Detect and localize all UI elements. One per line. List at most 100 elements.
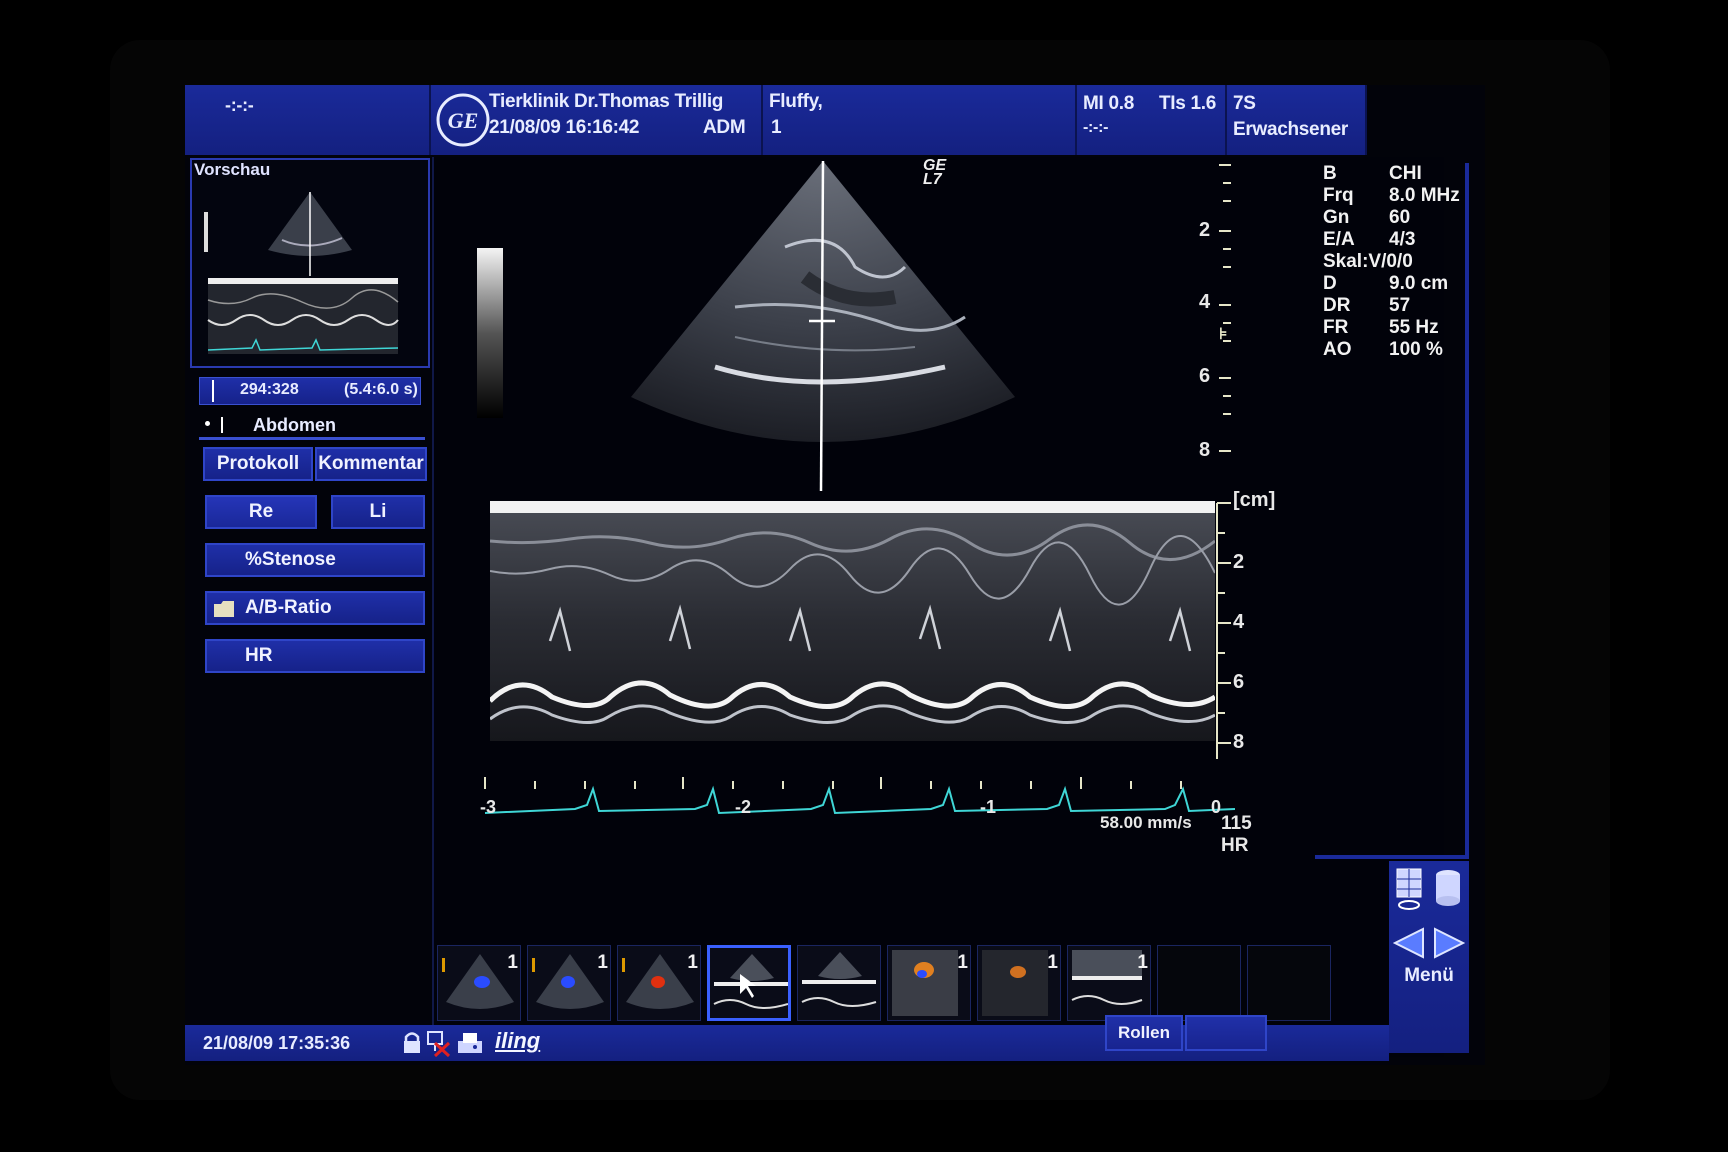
param-row: Skal:V/0/0 xyxy=(1323,251,1413,272)
svg-text:⊧: ⊧ xyxy=(1219,326,1227,343)
mechanical-index: MI 0.8 xyxy=(1083,93,1134,114)
param-row: AO 100 % xyxy=(1323,339,1443,360)
ge-logo-icon: GE xyxy=(436,93,490,147)
thumbnail-empty[interactable] xyxy=(1247,945,1331,1021)
param-row: E/A 4/3 xyxy=(1323,229,1416,250)
preview-thumbnail xyxy=(204,192,399,354)
thumbnail[interactable]: 1 xyxy=(887,945,971,1021)
preset-name: Erwachsener xyxy=(1233,119,1348,140)
operator-id: ADM xyxy=(703,117,746,138)
cine-bar[interactable]: 294:328 (5.4:6.0 s) xyxy=(199,377,421,405)
mmode-tick-4: 4 xyxy=(1233,611,1245,633)
thumbnail-selected[interactable] xyxy=(707,945,791,1021)
thumbnail[interactable] xyxy=(797,945,881,1021)
bmode-depth-scale: 2 4 6 8 ⊧ xyxy=(1195,159,1235,479)
protokoll-button[interactable]: Protokoll xyxy=(203,447,313,481)
preview-pane[interactable]: Vorschau xyxy=(190,158,430,368)
thumbnail[interactable]: 1 xyxy=(527,945,611,1021)
lock-icon xyxy=(404,1032,420,1053)
patient-name: Fluffy, xyxy=(769,91,823,112)
heart-rate-value: 115 xyxy=(1221,813,1252,834)
menu-arrows xyxy=(1393,927,1465,959)
depth-tick-6: 6 xyxy=(1199,365,1211,387)
patient-id: 1 xyxy=(771,117,782,138)
exam-name: Abdomen xyxy=(253,415,336,435)
cine-start-marker xyxy=(212,380,214,402)
svg-text:GE: GE xyxy=(448,108,479,133)
header-probe-panel: 7S Erwachsener xyxy=(1227,85,1367,155)
mmode-unit-label: [cm] xyxy=(1233,489,1276,511)
archive-drive-icon[interactable] xyxy=(1433,867,1463,909)
header-left-placeholder: -:-:- xyxy=(225,95,254,115)
thumbnail-image xyxy=(801,952,877,1007)
thumbnail-empty[interactable] xyxy=(1157,945,1241,1021)
rollen-button[interactable]: Rollen xyxy=(1105,1015,1183,1051)
time-tick-0: 0 xyxy=(1211,797,1222,817)
header-index-panel: MI 0.8 TIs 1.6 -:-:- xyxy=(1077,85,1227,155)
depth-tick-marks: ⊧ xyxy=(1219,164,1231,452)
header-clinic-panel: GE Tierklinik Dr.Thomas Trillig 21/08/09… xyxy=(431,85,763,155)
cine-frame-range: 294:328 xyxy=(240,381,299,398)
separator xyxy=(221,417,223,433)
depth-tick-2: 2 xyxy=(1199,219,1211,241)
clinic-name: Tierklinik Dr.Thomas Trillig xyxy=(489,91,724,112)
thermal-index: TIs 1.6 xyxy=(1159,93,1217,114)
time-tick-minus1: -1 xyxy=(980,797,997,817)
thumbnail[interactable]: 1 xyxy=(617,945,701,1021)
time-tick-minus3: -3 xyxy=(480,797,497,817)
param-row: Gn 60 xyxy=(1323,207,1411,228)
li-button[interactable]: Li xyxy=(331,495,425,529)
thumbnail-image xyxy=(713,954,788,1009)
mmode-depth-scale: [cm] 2 4 6 8 xyxy=(1215,489,1305,789)
exam-selector[interactable]: Abdomen xyxy=(199,415,425,440)
param-row: FR 55 Hz xyxy=(1323,317,1439,338)
mmode-tick-marks xyxy=(1216,502,1231,759)
grayscale-bar xyxy=(477,248,503,418)
stenose-button[interactable]: %Stenose xyxy=(205,543,425,577)
probe-name: 7S xyxy=(1233,93,1256,114)
printer-icon xyxy=(458,1033,482,1053)
cine-time-range: (5.4:6.0 s) xyxy=(344,381,418,398)
menu-next-icon[interactable] xyxy=(1434,927,1465,959)
mmode-tick-6: 6 xyxy=(1233,671,1245,693)
folder-icon xyxy=(214,601,234,617)
mmode-tick-2: 2 xyxy=(1233,551,1245,573)
menu-label[interactable]: Menü xyxy=(1389,965,1469,987)
bullet-icon xyxy=(205,421,210,426)
thumbnail-strip: 1 1 1 1 1 1 xyxy=(437,945,1389,1023)
system-datetime: 21/08/09 17:35:36 xyxy=(203,1033,351,1053)
param-row: DR 57 xyxy=(1323,295,1411,316)
menu-prev-icon[interactable] xyxy=(1393,927,1424,959)
exam-datetime: 21/08/09 16:16:42 xyxy=(489,117,640,138)
thumbnail[interactable]: 1 xyxy=(977,945,1061,1021)
ab-ratio-button[interactable]: A/B-Ratio xyxy=(205,591,425,625)
index-sub-placeholder: -:-:- xyxy=(1083,119,1109,136)
param-row: D 9.0 cm xyxy=(1323,273,1449,294)
hr-button[interactable]: HR xyxy=(205,639,425,673)
acquisition-parameters: B CHI Frq 8.0 MHz Gn 60 E/A 4/3 Skal:V/0/0 D… xyxy=(1323,163,1473,361)
bmode-sector-image xyxy=(631,160,1015,492)
header-patient-panel: Fluffy, 1 xyxy=(763,85,1077,155)
depth-tick-8: 8 xyxy=(1199,439,1211,461)
sweep-speed: 58.00 mm/s xyxy=(1100,813,1192,832)
clip-store-icon[interactable] xyxy=(1395,867,1425,911)
ab-ratio-label: A/B-Ratio xyxy=(245,597,332,618)
mmode-trace-image xyxy=(490,501,1215,741)
time-tick-minus2: -2 xyxy=(735,797,752,817)
mmode-tick-8: 8 xyxy=(1233,731,1245,753)
param-row: Frq 8.0 MHz xyxy=(1323,185,1460,206)
preview-label: Vorschau xyxy=(194,160,271,179)
depth-tick-4: 4 xyxy=(1199,291,1211,313)
re-button[interactable]: Re xyxy=(205,495,317,529)
right-panel-divider xyxy=(1315,855,1467,859)
param-row: B CHI xyxy=(1323,163,1422,184)
menu-widget: Menü xyxy=(1389,861,1469,1053)
thumbnail[interactable]: 1 xyxy=(1067,945,1151,1021)
iling-brand[interactable]: iling xyxy=(495,1028,540,1054)
header-left-panel: -:-:- xyxy=(185,85,431,155)
thumbnail[interactable]: 1 xyxy=(437,945,521,1021)
heart-rate-label: HR xyxy=(1221,835,1249,856)
footer-empty-button[interactable] xyxy=(1185,1015,1267,1051)
ultrasound-screen: -:-:- GE Tierklinik Dr.Thomas Trillig 21… xyxy=(185,85,1485,1065)
kommentar-button[interactable]: Kommentar xyxy=(315,447,427,481)
